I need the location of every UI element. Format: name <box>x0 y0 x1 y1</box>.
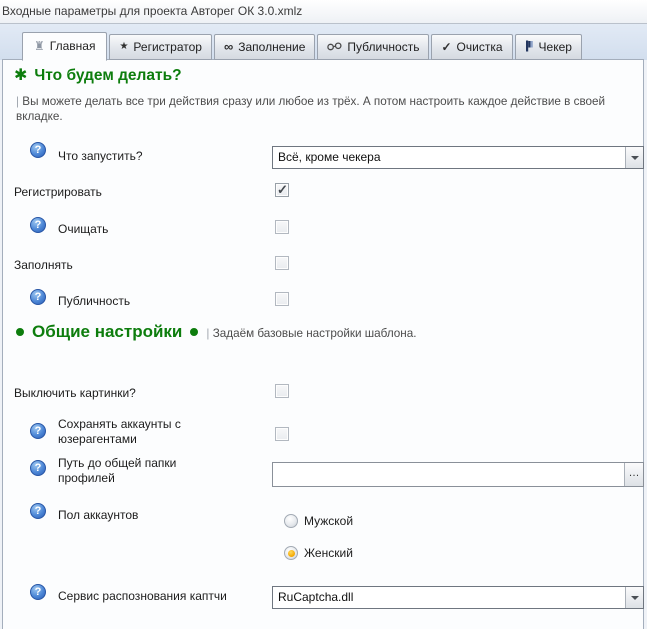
dropdown-arrow-icon[interactable] <box>625 147 643 168</box>
gender-option-male[interactable]: Мужской <box>284 514 353 528</box>
run-dropdown-value: Всё, кроме чекера <box>273 147 625 168</box>
description-bar: | <box>16 95 19 108</box>
tab-cleaning-label: Очистка <box>457 40 503 54</box>
fill-label: Заполнять <box>14 258 73 272</box>
infinity-icon: ∞ <box>224 40 233 53</box>
description-bar: | <box>206 327 209 340</box>
section-actions-header: ✱ Что будем делать? <box>14 67 182 85</box>
female-radio[interactable] <box>284 546 298 560</box>
female-radio-label: Женский <box>304 546 353 560</box>
tab-registrator-label: Регистратор <box>133 40 202 54</box>
help-icon[interactable]: ? <box>30 142 46 158</box>
section-actions-title: Что будем делать? <box>34 67 181 85</box>
publicity-checkbox[interactable] <box>275 292 289 306</box>
section-actions-description: | Вы можете делать все три действия сраз… <box>16 94 622 124</box>
tab-checker-label: Чекер <box>539 40 572 54</box>
help-icon[interactable]: ? <box>30 503 46 519</box>
profiles-path-field: … <box>272 462 644 487</box>
section-general-description: | Задаём базовые настройки шаблона. <box>206 323 416 341</box>
help-icon[interactable]: ? <box>30 289 46 305</box>
project-settings-window: Входные параметры для проекта Авторег ОК… <box>0 0 647 629</box>
male-radio-label: Мужской <box>304 514 353 528</box>
clean-label: Очищать <box>58 222 108 236</box>
section-actions-description-text: Вы можете делать все три действия сразу … <box>16 95 605 123</box>
tab-publicity-label: Публичность <box>347 40 419 54</box>
section-general-description-text: Задаём базовые настройки шаблона. <box>213 327 417 340</box>
help-icon[interactable]: ? <box>30 584 46 600</box>
captcha-service-label: Сервис распознования каптчи <box>58 589 227 603</box>
captcha-service-value: RuCaptcha.dll <box>273 587 625 608</box>
profiles-path-input[interactable] <box>273 463 624 486</box>
glasses-icon <box>327 41 342 53</box>
disable-images-checkbox[interactable] <box>275 384 289 398</box>
register-label: Регистрировать <box>14 185 102 199</box>
flag-icon <box>525 40 534 54</box>
help-icon[interactable]: ? <box>30 460 46 476</box>
help-icon[interactable]: ? <box>30 217 46 233</box>
window-title: Входные параметры для проекта Авторег ОК… <box>0 0 647 24</box>
gender-option-female[interactable]: Женский <box>284 546 353 560</box>
tab-checker[interactable]: Чекер <box>515 34 582 60</box>
tab-publicity[interactable]: Публичность <box>317 34 429 60</box>
tab-filling-label: Заполнение <box>238 40 305 54</box>
profiles-path-label: Путь до общей папки профилей <box>58 456 228 486</box>
register-checkbox[interactable] <box>275 183 289 197</box>
gender-label: Пол аккаунтов <box>58 508 138 522</box>
run-label: Что запустить? <box>58 149 143 163</box>
browse-button[interactable]: … <box>624 463 643 486</box>
fill-checkbox[interactable] <box>275 256 289 270</box>
tab-registrator[interactable]: ★ Регистратор <box>109 34 212 60</box>
section-general-title: Общие настройки <box>32 322 182 342</box>
tab-cleaning[interactable]: ✓ Очистка <box>431 34 512 60</box>
clean-checkbox[interactable] <box>275 220 289 234</box>
section-star-icon: ✱ <box>14 68 27 84</box>
star-icon: ★ <box>119 42 128 52</box>
save-useragents-checkbox[interactable] <box>275 427 289 441</box>
tab-bar: ♜ Главная ★ Регистратор ∞ Заполнение Пуб… <box>0 24 647 60</box>
save-useragents-label: Сохранять аккаунты с юзерагентами <box>58 417 228 447</box>
captcha-service-dropdown[interactable]: RuCaptcha.dll <box>272 586 644 609</box>
tab-filling[interactable]: ∞ Заполнение <box>214 34 315 60</box>
disable-images-label: Выключить картинки? <box>14 386 136 400</box>
tab-main[interactable]: ♜ Главная <box>22 32 107 61</box>
run-dropdown[interactable]: Всё, кроме чекера <box>272 146 644 169</box>
publicity-label: Публичность <box>58 294 130 308</box>
donut-icon <box>190 328 198 336</box>
male-radio[interactable] <box>284 514 298 528</box>
rook-icon: ♜ <box>34 40 45 52</box>
section-general-header: Общие настройки | Задаём базовые настрой… <box>16 322 417 342</box>
check-icon: ✓ <box>441 41 451 53</box>
tab-content-panel <box>2 59 644 629</box>
donut-icon <box>16 328 24 336</box>
help-icon[interactable]: ? <box>30 423 46 439</box>
dropdown-arrow-icon[interactable] <box>625 587 643 608</box>
tab-main-label: Главная <box>50 39 96 53</box>
